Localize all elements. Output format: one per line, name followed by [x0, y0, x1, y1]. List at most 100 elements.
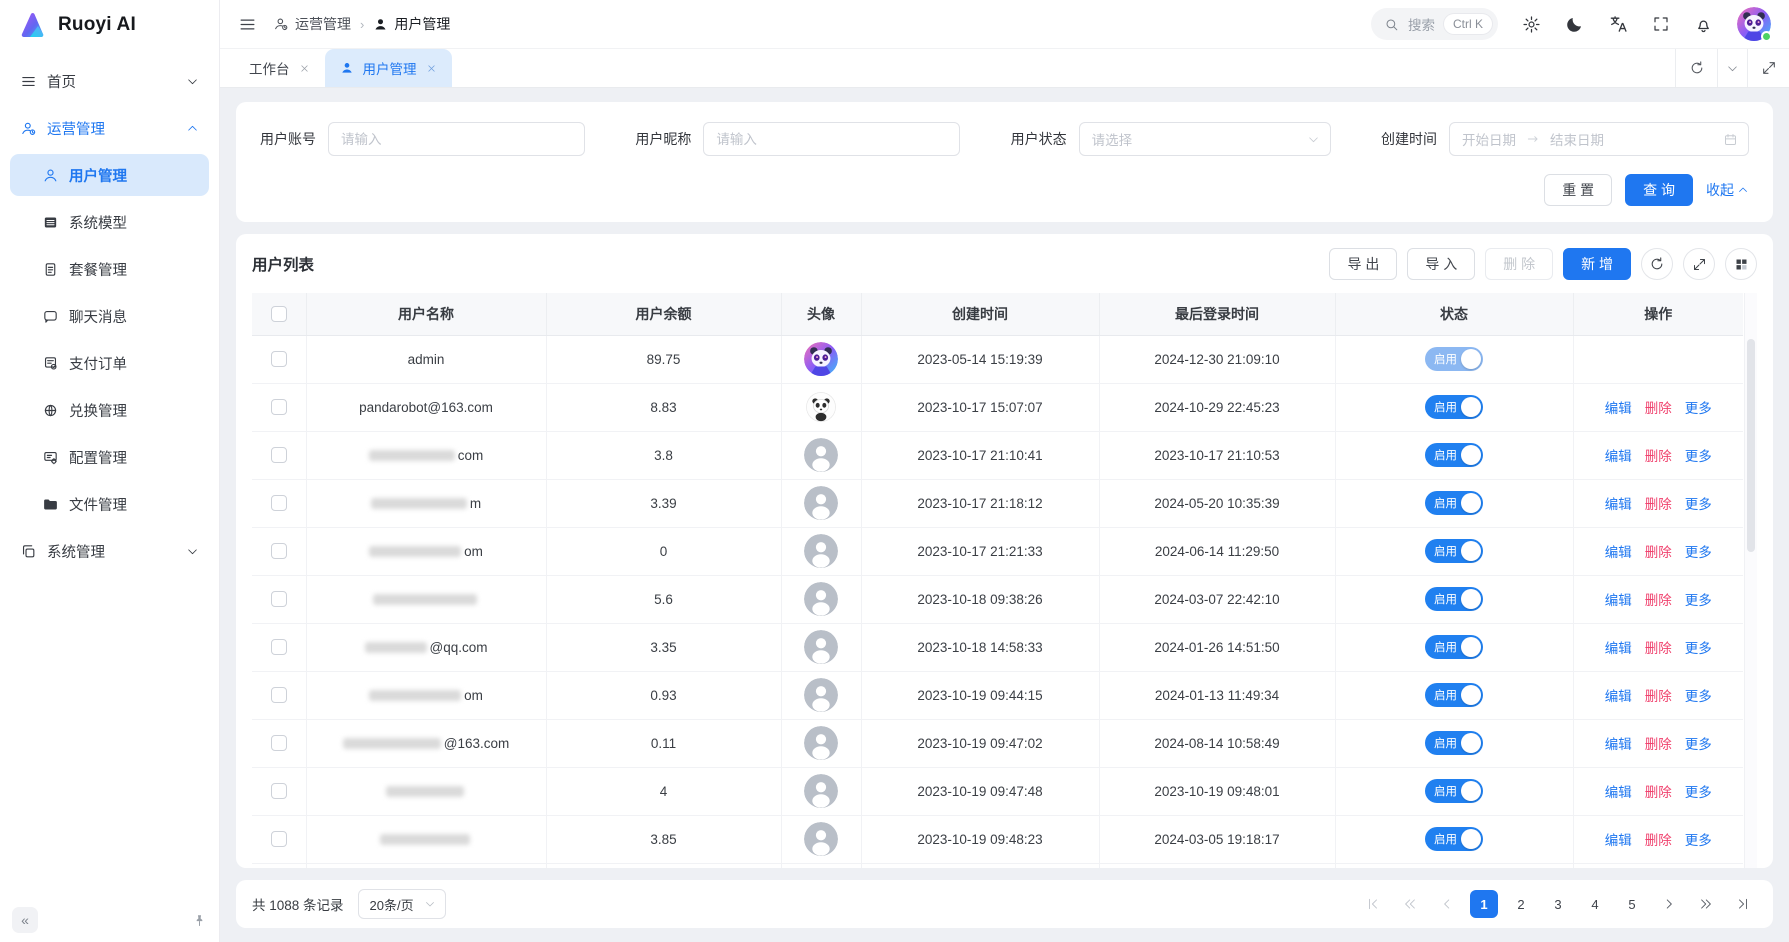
edit-link[interactable]: 编辑: [1605, 541, 1632, 561]
status-toggle[interactable]: 启用: [1425, 635, 1483, 659]
delete-link[interactable]: 删除: [1645, 541, 1672, 561]
more-link[interactable]: 更多: [1685, 541, 1712, 561]
page-last-button[interactable]: [1729, 890, 1757, 918]
edit-link[interactable]: 编辑: [1605, 493, 1632, 513]
page-number-5[interactable]: 5: [1618, 890, 1646, 918]
more-link[interactable]: 更多: [1685, 445, 1712, 465]
sidebar-toggle-icon[interactable]: [238, 15, 257, 34]
close-icon[interactable]: [426, 63, 437, 74]
row-checkbox[interactable]: [271, 735, 287, 751]
status-toggle[interactable]: 启用: [1425, 587, 1483, 611]
sidebar-item-child[interactable]: 系统模型: [10, 201, 209, 243]
add-button[interactable]: 新 增: [1563, 248, 1631, 280]
breadcrumb-user-management[interactable]: 用户管理: [373, 14, 450, 34]
chevron-down-icon[interactable]: [1717, 49, 1747, 87]
delete-link[interactable]: 删除: [1645, 685, 1672, 705]
page-number-4[interactable]: 4: [1581, 890, 1609, 918]
delete-link[interactable]: 删除: [1645, 493, 1672, 513]
more-link[interactable]: 更多: [1685, 493, 1712, 513]
refresh-icon[interactable]: [1675, 49, 1717, 87]
status-toggle[interactable]: 启用: [1425, 443, 1483, 467]
edit-link[interactable]: 编辑: [1605, 637, 1632, 657]
table-scrollbar[interactable]: [1744, 293, 1757, 868]
delete-link[interactable]: 删除: [1645, 445, 1672, 465]
nickname-input[interactable]: [703, 122, 960, 156]
account-input[interactable]: [328, 122, 585, 156]
column-settings-icon[interactable]: [1725, 248, 1757, 280]
status-toggle[interactable]: 启用: [1425, 683, 1483, 707]
more-link[interactable]: 更多: [1685, 637, 1712, 657]
row-checkbox[interactable]: [271, 351, 287, 367]
page-prev-button[interactable]: [1433, 890, 1461, 918]
expand-icon[interactable]: [1683, 248, 1715, 280]
sidebar-collapse-button[interactable]: «: [12, 907, 38, 933]
page-number-2[interactable]: 2: [1507, 890, 1535, 918]
status-toggle[interactable]: 启用: [1425, 827, 1483, 851]
refresh-icon[interactable]: [1641, 248, 1673, 280]
sidebar-item-child[interactable]: 文件管理: [10, 483, 209, 525]
page-size-select[interactable]: 20条/页: [358, 889, 446, 919]
tab-工作台[interactable]: 工作台: [234, 49, 325, 87]
sidebar-item-system[interactable]: 系统管理: [10, 530, 209, 572]
more-link[interactable]: 更多: [1685, 397, 1712, 417]
page-fast-next-button[interactable]: [1692, 890, 1720, 918]
status-toggle[interactable]: 启用: [1425, 347, 1483, 371]
status-toggle[interactable]: 启用: [1425, 731, 1483, 755]
scrollbar-thumb[interactable]: [1747, 339, 1755, 552]
status-toggle[interactable]: 启用: [1425, 779, 1483, 803]
user-avatar[interactable]: [1737, 7, 1771, 41]
reset-button[interactable]: 重 置: [1544, 174, 1612, 206]
row-checkbox[interactable]: [271, 783, 287, 799]
row-checkbox[interactable]: [271, 495, 287, 511]
edit-link[interactable]: 编辑: [1605, 733, 1632, 753]
status-select[interactable]: 请选择: [1079, 122, 1331, 156]
sidebar-item-child[interactable]: 兑换管理: [10, 389, 209, 431]
import-button[interactable]: 导 入: [1407, 248, 1475, 280]
query-button[interactable]: 查 询: [1625, 174, 1693, 206]
status-toggle[interactable]: 启用: [1425, 539, 1483, 563]
sidebar-item-child[interactable]: 聊天消息: [10, 295, 209, 337]
edit-link[interactable]: 编辑: [1605, 445, 1632, 465]
fullscreen-icon[interactable]: [1652, 15, 1670, 33]
more-link[interactable]: 更多: [1685, 733, 1712, 753]
sidebar-item-child[interactable]: 配置管理: [10, 436, 209, 478]
sidebar-item-active[interactable]: 用户管理: [10, 154, 209, 196]
page-next-button[interactable]: [1655, 890, 1683, 918]
more-link[interactable]: 更多: [1685, 589, 1712, 609]
edit-link[interactable]: 编辑: [1605, 589, 1632, 609]
date-range-picker[interactable]: 开始日期 结束日期: [1449, 122, 1749, 156]
close-icon[interactable]: [299, 63, 310, 74]
collapse-filters-link[interactable]: 收起: [1706, 180, 1749, 200]
more-link[interactable]: 更多: [1685, 781, 1712, 801]
more-link[interactable]: 更多: [1685, 685, 1712, 705]
delete-link[interactable]: 删除: [1645, 781, 1672, 801]
row-checkbox[interactable]: [271, 639, 287, 655]
content-fullscreen-icon[interactable]: [1747, 49, 1789, 87]
edit-link[interactable]: 编辑: [1605, 781, 1632, 801]
select-all-checkbox[interactable]: [271, 306, 287, 322]
breadcrumb-operations[interactable]: 运营管理: [273, 14, 351, 34]
row-checkbox[interactable]: [271, 543, 287, 559]
page-first-button[interactable]: [1359, 890, 1387, 918]
status-toggle[interactable]: 启用: [1425, 395, 1483, 419]
sidebar-item-home[interactable]: 首页: [10, 60, 209, 102]
sidebar-item-child[interactable]: 支付订单: [10, 342, 209, 384]
edit-link[interactable]: 编辑: [1605, 685, 1632, 705]
row-checkbox[interactable]: [271, 831, 287, 847]
edit-link[interactable]: 编辑: [1605, 829, 1632, 849]
delete-link[interactable]: 删除: [1645, 589, 1672, 609]
sidebar-item-child[interactable]: 套餐管理: [10, 248, 209, 290]
delete-link[interactable]: 删除: [1645, 733, 1672, 753]
delete-link[interactable]: 删除: [1645, 829, 1672, 849]
row-checkbox[interactable]: [271, 687, 287, 703]
page-number-3[interactable]: 3: [1544, 890, 1572, 918]
translate-icon[interactable]: [1608, 14, 1628, 34]
gear-icon[interactable]: [1522, 15, 1541, 34]
dark-mode-moon-icon[interactable]: [1565, 15, 1584, 34]
bell-icon[interactable]: [1694, 15, 1713, 34]
row-checkbox[interactable]: [271, 399, 287, 415]
row-checkbox[interactable]: [271, 447, 287, 463]
tab-用户管理[interactable]: 用户管理: [325, 49, 452, 87]
export-button[interactable]: 导 出: [1329, 248, 1397, 280]
page-fast-prev-button[interactable]: [1396, 890, 1424, 918]
